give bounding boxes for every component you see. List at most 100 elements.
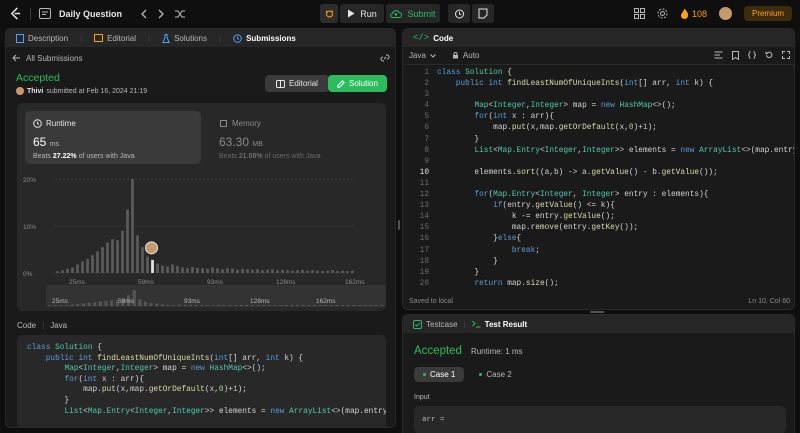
gear-icon[interactable] [657, 8, 668, 19]
chevron-left-icon[interactable] [138, 9, 148, 19]
submit-button[interactable]: Submit [386, 4, 440, 23]
tab-testcase[interactable]: Testcase [413, 319, 458, 329]
code-token: List [64, 407, 84, 416]
code-section-lang: Java [50, 321, 68, 330]
arrow-left-icon[interactable] [12, 54, 21, 62]
code-token: k -= entry. [437, 213, 564, 222]
chevron-down-icon [430, 53, 436, 58]
braces-icon[interactable] [748, 51, 756, 59]
tab-solutions[interactable]: Solutions [162, 33, 207, 43]
horizontal-resize-handle[interactable] [590, 311, 604, 313]
submitter-name[interactable]: Thivi [27, 88, 43, 95]
code-token: int [493, 113, 512, 122]
code-line: 18 } [403, 257, 794, 268]
case-2-tab[interactable]: Case 2 [470, 367, 520, 382]
code-editor[interactable]: 1 class Solution {2 public int findLeastN… [403, 68, 794, 286]
premium-button[interactable]: Premium [743, 6, 792, 21]
code-token: (); [544, 279, 559, 286]
chevron-right-icon[interactable] [156, 9, 166, 19]
sep-bar [30, 7, 31, 20]
solution-button[interactable]: Solution [328, 75, 387, 92]
code-line: 8 List<Map.Entry<Integer,Integer>> eleme… [403, 146, 794, 157]
code-token: )+ [223, 386, 233, 395]
mini-bar [250, 305, 255, 306]
submitted-code-block[interactable]: class Solution { public int findLeastNum… [17, 335, 386, 427]
mini-bar [295, 305, 300, 306]
mini-x-tick-label: 93ms [184, 298, 201, 305]
language-select[interactable]: Java [409, 51, 436, 60]
streak-count: 108 [691, 8, 707, 19]
submission-status: Accepted [16, 72, 60, 84]
code-token: (x, [614, 124, 629, 133]
code-line: 15 map.remove(entry.getKey()); [403, 223, 794, 234]
code-line: for(int x : arr){ [27, 375, 376, 386]
mini-bar [48, 305, 52, 306]
code-token: getOrDefault [558, 124, 615, 133]
code-line: Map<Integer,Integer> map = new HashMap<>… [27, 364, 376, 375]
bar [291, 270, 294, 273]
bookmark-icon[interactable] [732, 51, 739, 60]
streak-counter[interactable]: 108 [680, 8, 707, 19]
input-value-box[interactable]: arr = [414, 406, 786, 433]
tab-editorial[interactable]: Editorial [94, 34, 136, 43]
runtime-range-slider[interactable]: 25ms 59ms 93ms 128ms 162ms [46, 285, 386, 307]
shuffle-icon[interactable] [174, 9, 186, 19]
layout-grid-icon[interactable] [633, 8, 645, 19]
bar [301, 269, 304, 273]
line-number: 14 [419, 213, 429, 222]
bar [191, 266, 194, 273]
bar [201, 268, 204, 273]
timer-button[interactable] [448, 4, 470, 23]
leetcode-logo-icon[interactable] [8, 7, 22, 21]
fullscreen-icon[interactable] [782, 51, 790, 59]
avatar[interactable] [718, 7, 732, 20]
code-token: )+ [633, 124, 643, 133]
link-icon[interactable] [380, 54, 390, 62]
notes-button[interactable] [472, 4, 494, 23]
alarm-clock-icon [454, 9, 464, 19]
runtime-beats: Beats 27.22% of users with Java [33, 153, 135, 160]
mini-bar [279, 305, 283, 306]
vertical-resize-handle[interactable] [398, 220, 400, 230]
bar [266, 269, 269, 273]
all-submissions-link[interactable]: All Submissions [26, 54, 82, 63]
code-token: HashMap [619, 102, 653, 111]
mini-bar [234, 305, 238, 306]
bar [231, 268, 234, 273]
code-token: for [64, 375, 79, 384]
history-icon [233, 33, 242, 43]
editor-actions [714, 51, 790, 60]
mini-x-tick-label: 59ms [118, 298, 135, 305]
runtime-box[interactable]: Runtime 65 ms Beats 27.22% of users with… [25, 111, 201, 164]
case-1-tab[interactable]: Case 1 [414, 367, 465, 382]
daily-question-title[interactable]: Daily Question [59, 9, 122, 19]
line-number: 9 [424, 157, 429, 166]
code-token: int [214, 354, 229, 363]
run-button[interactable]: Run [340, 4, 384, 23]
bar [81, 261, 84, 273]
tab-test-result[interactable]: Test Result [471, 320, 527, 329]
bar [116, 240, 119, 273]
runtime-header: Runtime [33, 119, 76, 128]
format-icon[interactable] [714, 51, 723, 59]
memory-header: Memory [219, 119, 261, 128]
code-line-text: } [27, 397, 69, 405]
memory-box[interactable]: Memory 63.30 MB Beats 21.66% of users wi… [211, 111, 379, 164]
editorial-button[interactable]: Editorial [265, 75, 329, 92]
problem-list-icon[interactable] [39, 8, 51, 19]
top-bar: Daily Question Run Submit 108 Premium [0, 0, 800, 27]
code-token: Integer [582, 146, 615, 155]
user-avatar[interactable] [16, 87, 24, 95]
autocomplete-toggle[interactable]: Auto [452, 51, 479, 60]
code-token: map. [437, 224, 531, 233]
code-section-header: Code | Java [17, 321, 67, 330]
tab-submissions[interactable]: Submissions [233, 34, 296, 43]
reset-icon[interactable] [765, 51, 773, 59]
tab-separator: | [463, 319, 466, 329]
tab-description[interactable]: Description [16, 33, 68, 43]
code-line-text: map.put(x,map.getOrDefault(x,0)+1); [437, 123, 657, 134]
debug-button[interactable] [320, 4, 338, 23]
code-token: <>(map.entrySet( [331, 407, 386, 416]
